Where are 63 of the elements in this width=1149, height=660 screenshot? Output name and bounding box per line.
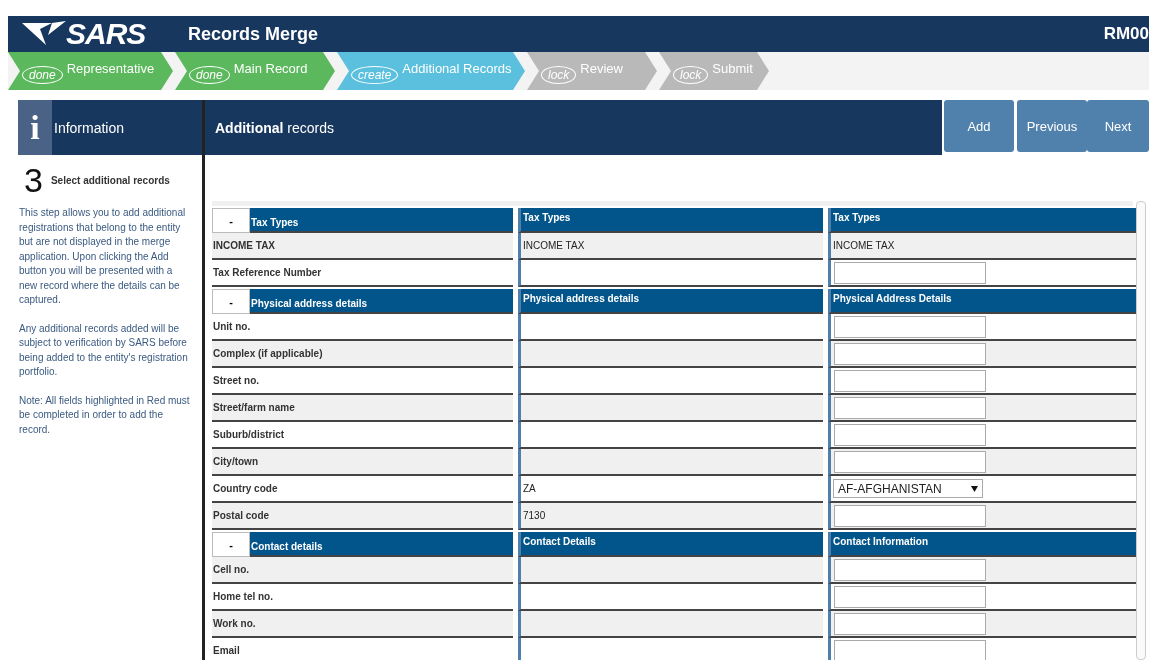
field-label: Street no. xyxy=(213,375,260,386)
caret-icon xyxy=(971,485,978,492)
field-label: Complex (if applicable) xyxy=(213,348,323,359)
input-field[interactable] xyxy=(834,585,986,608)
group-header: - Contact details xyxy=(212,532,513,557)
section-title: Additional records xyxy=(215,119,334,136)
nav-button[interactable]: Previous xyxy=(1017,100,1087,152)
form-code: RM00 xyxy=(1103,24,1149,44)
input-field[interactable] xyxy=(834,261,986,284)
group-header: Contact Details xyxy=(518,532,823,557)
input-field[interactable] xyxy=(834,369,986,392)
field-label: Postal code xyxy=(213,510,270,521)
step-number: 3 xyxy=(24,161,43,200)
table-cell: ZA xyxy=(518,476,823,503)
group-header: - Physical address details xyxy=(212,289,513,314)
wizard-step[interactable]: done Representative xyxy=(8,52,173,90)
table-cell: 7130 xyxy=(518,503,823,530)
field-label: City/town xyxy=(213,456,258,467)
collapse-button[interactable]: - xyxy=(212,208,250,233)
field-label: Unit no. xyxy=(213,321,251,332)
nav-button[interactable]: Next xyxy=(1087,100,1149,152)
wizard-step[interactable]: create Additional Records xyxy=(337,52,525,90)
cell-text: INCOME TAX xyxy=(833,240,895,251)
field-label: Email xyxy=(213,645,240,656)
group-header: Tax Types xyxy=(518,208,823,233)
field-label: Work no. xyxy=(213,618,256,629)
wizard-step[interactable]: done Main Record xyxy=(175,52,335,90)
app-title: Records Merge xyxy=(188,23,320,45)
input-field[interactable] xyxy=(834,315,986,338)
info-icon: i xyxy=(18,100,52,155)
info-title: Information xyxy=(54,119,125,136)
field-label: Suburb/district xyxy=(213,429,285,440)
info-paragraph: This step allows you to add additional registrations that belong to the entity but are not displayed in the merge application. Upon clicking the Add button you will be presented with a new record where the details can be captured. xyxy=(19,206,187,307)
info-paragraph: Note: All fields highlighted in Red must be completed in order to add the record. xyxy=(19,393,191,437)
input-field[interactable] xyxy=(834,504,986,527)
input-field[interactable] xyxy=(834,612,986,635)
field-label: Street/farm name xyxy=(213,402,295,413)
dropdown-field[interactable]: AF-AFGHANISTAN xyxy=(833,479,983,498)
input-field[interactable] xyxy=(834,558,986,581)
nav-button[interactable]: Add xyxy=(944,100,1014,152)
input-field[interactable] xyxy=(834,423,986,446)
group-header: - Tax Types xyxy=(212,208,513,233)
field-label: Tax Reference Number xyxy=(213,267,322,278)
field-label: Cell no. xyxy=(213,564,250,575)
collapse-button[interactable]: - xyxy=(212,532,250,557)
group-header: Physical Address Details xyxy=(828,289,1138,314)
group-header: Physical address details xyxy=(518,289,823,314)
input-field[interactable] xyxy=(834,396,986,419)
input-field[interactable] xyxy=(834,639,986,660)
input-field[interactable] xyxy=(834,342,986,365)
field-label: INCOME TAX xyxy=(213,240,276,251)
group-header: Contact Information xyxy=(828,532,1138,557)
logo-text: SARS xyxy=(66,19,146,49)
group-header: Tax Types xyxy=(828,208,1138,233)
scrollbar[interactable] xyxy=(1136,201,1146,660)
info-paragraph: Any additional records added will be subject to verification by SARS before being added to the entity's registration portfolio. xyxy=(19,321,189,379)
field-label: Home tel no. xyxy=(213,591,273,602)
step-title: Select additional records xyxy=(50,175,170,186)
collapse-button[interactable]: - xyxy=(212,289,250,314)
input-field[interactable] xyxy=(834,450,986,473)
table-cell: INCOME TAX xyxy=(518,233,823,260)
field-label: Country code xyxy=(213,483,278,494)
logo-icon xyxy=(22,21,66,47)
